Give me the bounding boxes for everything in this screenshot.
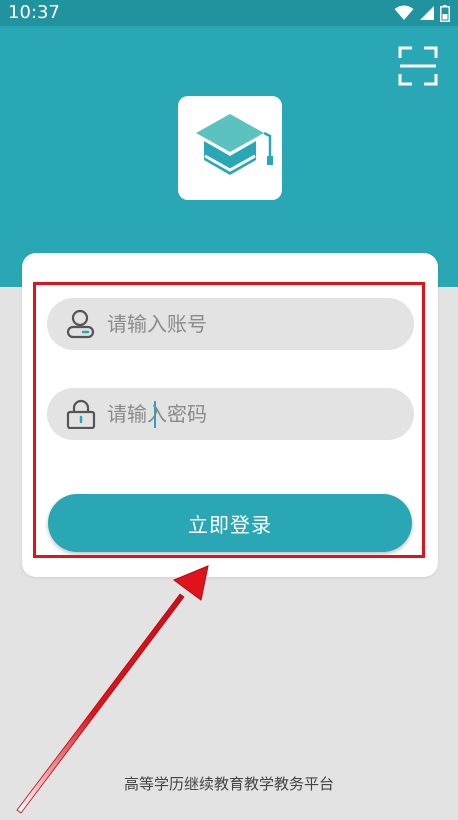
- scan-icon[interactable]: [398, 46, 438, 86]
- wifi-icon: [394, 5, 414, 20]
- signal-icon: [420, 6, 434, 20]
- status-time: 10:37: [8, 2, 60, 23]
- footer-text: 高等学历继续教育教学教务平台: [123, 775, 334, 793]
- app-logo: [178, 96, 282, 200]
- annotation-highlight-box: [33, 282, 425, 558]
- status-bar: 10:37: [0, 0, 458, 26]
- status-icons: [394, 4, 450, 22]
- battery-icon: [440, 4, 450, 22]
- graduation-cap-icon: [196, 114, 273, 175]
